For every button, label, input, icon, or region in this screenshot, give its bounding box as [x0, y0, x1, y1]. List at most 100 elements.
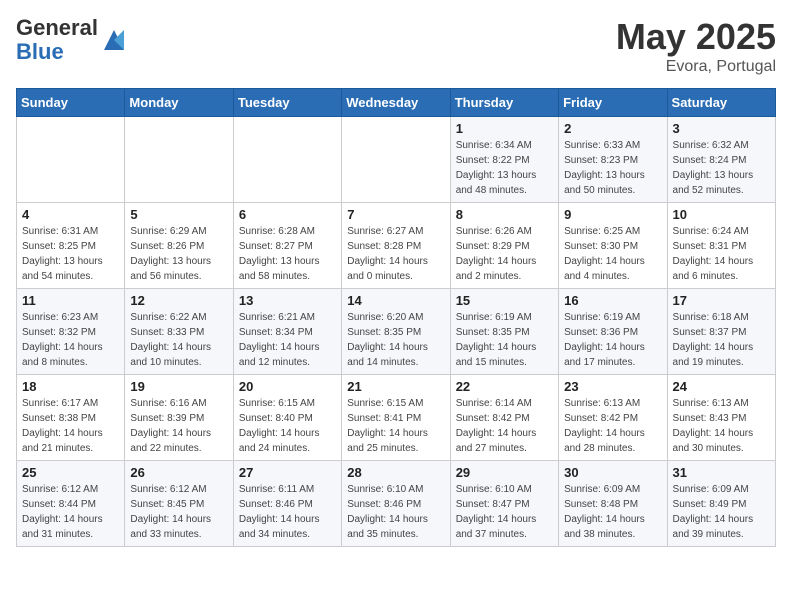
week-row-4: 18 Sunrise: 6:17 AMSunset: 8:38 PMDayligh… — [17, 375, 776, 461]
day-info: Sunrise: 6:33 AMSunset: 8:23 PMDaylight:… — [564, 138, 661, 198]
day-cell: 12 Sunrise: 6:22 AMSunset: 8:33 PMDayligh… — [125, 289, 233, 375]
page-header: General Blue May 2025 Evora, Portugal — [16, 16, 776, 76]
col-header-thursday: Thursday — [450, 89, 558, 117]
day-cell: 31Sunrise: 6:09 AMSunset: 8:49 PMDayligh… — [667, 461, 775, 547]
day-info: Sunrise: 6:21 AMSunset: 8:34 PMDaylight:… — [239, 310, 336, 370]
day-cell: 22 Sunrise: 6:14 AMSunset: 8:42 PMDayligh… — [450, 375, 558, 461]
day-cell — [17, 117, 125, 203]
day-info: Sunrise: 6:13 AMSunset: 8:43 PMDaylight:… — [673, 396, 770, 456]
day-cell: 10 Sunrise: 6:24 AMSunset: 8:31 PMDayligh… — [667, 203, 775, 289]
col-header-wednesday: Wednesday — [342, 89, 450, 117]
day-info: Sunrise: 6:15 AMSunset: 8:41 PMDaylight:… — [347, 396, 444, 456]
logo: General Blue — [16, 16, 128, 64]
day-number: 7 — [347, 207, 444, 222]
day-cell: 21 Sunrise: 6:15 AMSunset: 8:41 PMDayligh… — [342, 375, 450, 461]
day-number: 29 — [456, 465, 553, 480]
day-cell — [125, 117, 233, 203]
day-number: 24 — [673, 379, 770, 394]
day-info: Sunrise: 6:29 AMSunset: 8:26 PMDaylight:… — [130, 224, 227, 284]
day-number: 18 — [22, 379, 119, 394]
day-number: 19 — [130, 379, 227, 394]
day-info: Sunrise: 6:12 AMSunset: 8:44 PMDaylight:… — [22, 482, 119, 542]
day-cell: 7 Sunrise: 6:27 AMSunset: 8:28 PMDaylight… — [342, 203, 450, 289]
title-block: May 2025 Evora, Portugal — [616, 16, 776, 76]
day-info: Sunrise: 6:24 AMSunset: 8:31 PMDaylight:… — [673, 224, 770, 284]
day-number: 16 — [564, 293, 661, 308]
day-info: Sunrise: 6:12 AMSunset: 8:45 PMDaylight:… — [130, 482, 227, 542]
day-info: Sunrise: 6:20 AMSunset: 8:35 PMDaylight:… — [347, 310, 444, 370]
day-info: Sunrise: 6:15 AMSunset: 8:40 PMDaylight:… — [239, 396, 336, 456]
day-info: Sunrise: 6:25 AMSunset: 8:30 PMDaylight:… — [564, 224, 661, 284]
logo-blue-text: Blue — [16, 39, 64, 64]
day-cell: 30 Sunrise: 6:09 AMSunset: 8:48 PMDayligh… — [559, 461, 667, 547]
day-cell: 27 Sunrise: 6:11 AMSunset: 8:46 PMDayligh… — [233, 461, 341, 547]
day-info: Sunrise: 6:18 AMSunset: 8:37 PMDaylight:… — [673, 310, 770, 370]
day-info: Sunrise: 6:09 AMSunset: 8:49 PMDaylight:… — [673, 482, 770, 542]
day-number: 5 — [130, 207, 227, 222]
day-cell: 23 Sunrise: 6:13 AMSunset: 8:42 PMDayligh… — [559, 375, 667, 461]
day-cell: 15Sunrise: 6:19 AMSunset: 8:35 PMDayligh… — [450, 289, 558, 375]
day-info: Sunrise: 6:09 AMSunset: 8:48 PMDaylight:… — [564, 482, 661, 542]
day-info: Sunrise: 6:10 AMSunset: 8:46 PMDaylight:… — [347, 482, 444, 542]
week-row-5: 25 Sunrise: 6:12 AMSunset: 8:44 PMDayligh… — [17, 461, 776, 547]
day-cell: 29Sunrise: 6:10 AMSunset: 8:47 PMDayligh… — [450, 461, 558, 547]
calendar-table: SundayMondayTuesdayWednesdayThursdayFrid… — [16, 88, 776, 547]
day-cell: 4 Sunrise: 6:31 AMSunset: 8:25 PMDaylight… — [17, 203, 125, 289]
day-info: Sunrise: 6:17 AMSunset: 8:38 PMDaylight:… — [22, 396, 119, 456]
day-info: Sunrise: 6:22 AMSunset: 8:33 PMDaylight:… — [130, 310, 227, 370]
day-number: 8 — [456, 207, 553, 222]
location-title: Evora, Portugal — [616, 58, 776, 76]
logo-icon — [100, 26, 128, 54]
day-cell — [233, 117, 341, 203]
day-number: 30 — [564, 465, 661, 480]
day-cell: 17Sunrise: 6:18 AMSunset: 8:37 PMDayligh… — [667, 289, 775, 375]
col-header-saturday: Saturday — [667, 89, 775, 117]
day-number: 10 — [673, 207, 770, 222]
day-info: Sunrise: 6:27 AMSunset: 8:28 PMDaylight:… — [347, 224, 444, 284]
day-info: Sunrise: 6:31 AMSunset: 8:25 PMDaylight:… — [22, 224, 119, 284]
day-info: Sunrise: 6:11 AMSunset: 8:46 PMDaylight:… — [239, 482, 336, 542]
day-number: 15 — [456, 293, 553, 308]
day-info: Sunrise: 6:13 AMSunset: 8:42 PMDaylight:… — [564, 396, 661, 456]
day-info: Sunrise: 6:34 AMSunset: 8:22 PMDaylight:… — [456, 138, 553, 198]
day-cell: 24 Sunrise: 6:13 AMSunset: 8:43 PMDayligh… — [667, 375, 775, 461]
month-title: May 2025 — [616, 16, 776, 58]
week-row-1: 1Sunrise: 6:34 AMSunset: 8:22 PMDaylight… — [17, 117, 776, 203]
day-cell: 9 Sunrise: 6:25 AMSunset: 8:30 PMDaylight… — [559, 203, 667, 289]
day-number: 3 — [673, 121, 770, 136]
day-number: 12 — [130, 293, 227, 308]
day-number: 4 — [22, 207, 119, 222]
day-number: 13 — [239, 293, 336, 308]
day-number: 2 — [564, 121, 661, 136]
day-number: 27 — [239, 465, 336, 480]
day-number: 22 — [456, 379, 553, 394]
day-number: 26 — [130, 465, 227, 480]
day-cell: 14Sunrise: 6:20 AMSunset: 8:35 PMDayligh… — [342, 289, 450, 375]
day-number: 23 — [564, 379, 661, 394]
week-row-2: 4 Sunrise: 6:31 AMSunset: 8:25 PMDaylight… — [17, 203, 776, 289]
day-cell: 25 Sunrise: 6:12 AMSunset: 8:44 PMDayligh… — [17, 461, 125, 547]
day-cell: 5 Sunrise: 6:29 AMSunset: 8:26 PMDaylight… — [125, 203, 233, 289]
day-number: 25 — [22, 465, 119, 480]
day-number: 28 — [347, 465, 444, 480]
day-cell: 13 Sunrise: 6:21 AMSunset: 8:34 PMDayligh… — [233, 289, 341, 375]
day-cell — [342, 117, 450, 203]
day-number: 21 — [347, 379, 444, 394]
col-header-monday: Monday — [125, 89, 233, 117]
day-cell: 8 Sunrise: 6:26 AMSunset: 8:29 PMDaylight… — [450, 203, 558, 289]
col-header-sunday: Sunday — [17, 89, 125, 117]
day-cell: 3 Sunrise: 6:32 AMSunset: 8:24 PMDaylight… — [667, 117, 775, 203]
day-cell: 2 Sunrise: 6:33 AMSunset: 8:23 PMDaylight… — [559, 117, 667, 203]
day-info: Sunrise: 6:26 AMSunset: 8:29 PMDaylight:… — [456, 224, 553, 284]
col-header-friday: Friday — [559, 89, 667, 117]
day-cell: 6Sunrise: 6:28 AMSunset: 8:27 PMDaylight… — [233, 203, 341, 289]
day-cell: 28 Sunrise: 6:10 AMSunset: 8:46 PMDayligh… — [342, 461, 450, 547]
week-row-3: 11Sunrise: 6:23 AMSunset: 8:32 PMDayligh… — [17, 289, 776, 375]
day-info: Sunrise: 6:14 AMSunset: 8:42 PMDaylight:… — [456, 396, 553, 456]
day-cell: 11Sunrise: 6:23 AMSunset: 8:32 PMDayligh… — [17, 289, 125, 375]
day-cell: 26 Sunrise: 6:12 AMSunset: 8:45 PMDayligh… — [125, 461, 233, 547]
day-info: Sunrise: 6:28 AMSunset: 8:27 PMDaylight:… — [239, 224, 336, 284]
day-number: 9 — [564, 207, 661, 222]
day-info: Sunrise: 6:32 AMSunset: 8:24 PMDaylight:… — [673, 138, 770, 198]
logo-general-text: General — [16, 15, 98, 40]
